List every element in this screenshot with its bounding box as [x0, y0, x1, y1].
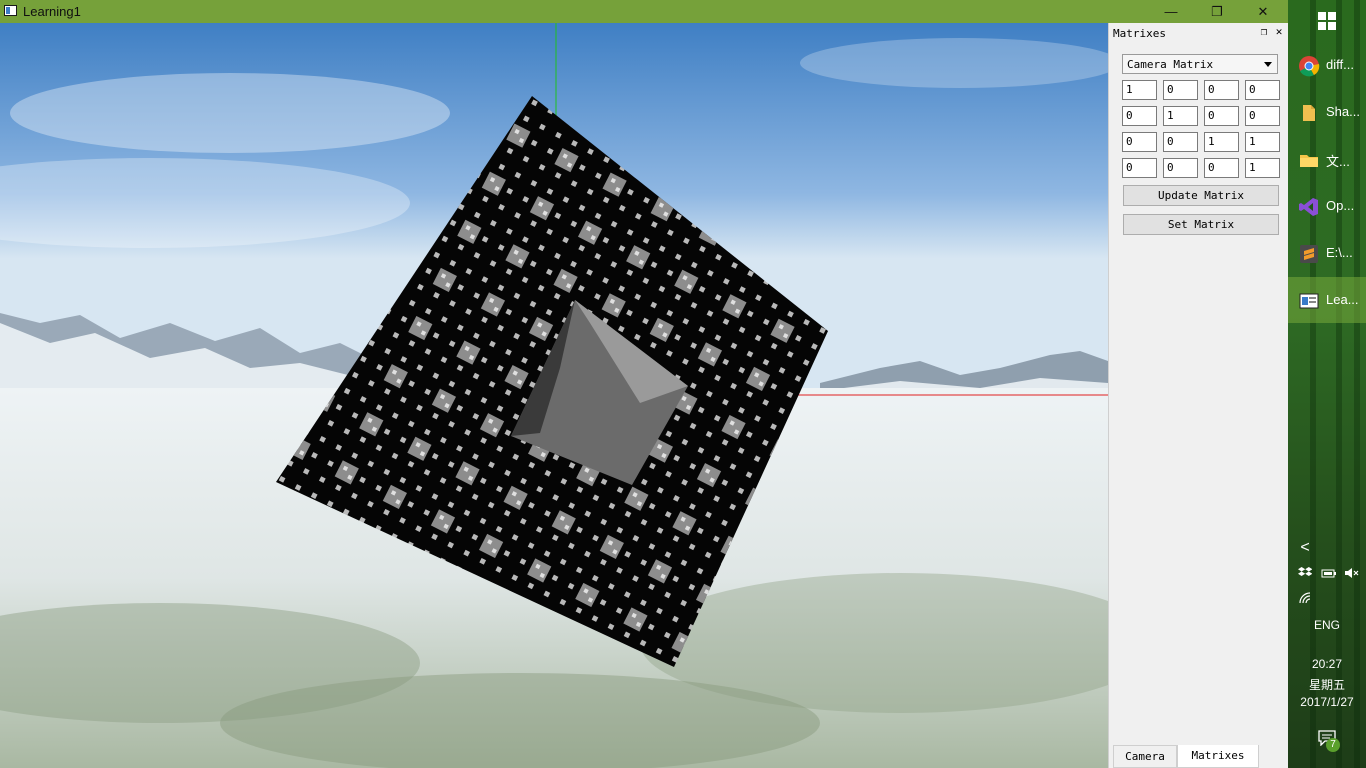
file-icon	[1303, 105, 1315, 121]
visual-studio-icon	[1299, 198, 1318, 216]
sublime-icon	[1300, 245, 1318, 263]
panel-close-button[interactable]: ✕	[1272, 25, 1286, 39]
tab-camera[interactable]: Camera	[1113, 745, 1177, 768]
matrix-cell[interactable]: 1	[1204, 132, 1239, 152]
close-button[interactable]: ✕	[1240, 0, 1286, 23]
matrix-cell[interactable]: 1	[1122, 80, 1157, 100]
taskbar-item-folder[interactable]: 文...	[1288, 136, 1366, 182]
dropbox-icon[interactable]	[1298, 567, 1312, 579]
maximize-button[interactable]: ❐	[1194, 0, 1240, 23]
clock-weekday: 星期五	[1308, 678, 1345, 692]
update-matrix-button[interactable]: Update Matrix	[1123, 185, 1279, 206]
panel-float-button[interactable]: ❐	[1257, 25, 1271, 39]
window-title-bar[interactable]: Learning1 — ❐ ✕	[0, 0, 1288, 23]
matrixes-panel: Matrixes ❐ ✕ Camera Matrix 1 0 0 0 0 1 0…	[1108, 23, 1288, 768]
minimize-button[interactable]: —	[1148, 0, 1194, 23]
panel-title: Matrixes	[1113, 27, 1166, 40]
windows-logo-icon	[1318, 12, 1336, 30]
taskbar-item-file[interactable]: Sha...	[1288, 89, 1366, 135]
clock-date: 2017/1/27	[1300, 695, 1354, 709]
volume-muted-icon[interactable]	[1344, 567, 1360, 579]
matrix-cell[interactable]: 0	[1163, 158, 1198, 178]
app-window-icon	[1299, 293, 1319, 309]
start-button[interactable]	[1288, 0, 1366, 42]
matrix-cell[interactable]: 0	[1163, 132, 1198, 152]
language-indicator[interactable]: ENG	[1288, 618, 1366, 632]
minimize-icon: —	[1164, 4, 1178, 19]
window-title: Learning1	[23, 4, 81, 19]
show-hidden-icons-button[interactable]: <	[1288, 539, 1322, 557]
battery-icon[interactable]	[1321, 567, 1337, 579]
matrix-cell[interactable]: 1	[1245, 158, 1280, 178]
matrix-cell[interactable]: 1	[1245, 132, 1280, 152]
app-window-icon	[4, 5, 17, 16]
matrix-cell[interactable]: 0	[1204, 80, 1239, 100]
wifi-icon[interactable]	[1299, 592, 1313, 604]
taskbar-item-label: Op...	[1326, 198, 1355, 213]
action-center-button[interactable]: 7	[1316, 728, 1344, 754]
taskbar-item-label: diff...	[1326, 57, 1354, 72]
matrix-cell[interactable]: 0	[1122, 132, 1157, 152]
matrix-cell[interactable]: 0	[1245, 80, 1280, 100]
notification-count-badge: 7	[1326, 738, 1340, 752]
float-icon: ❐	[1260, 25, 1268, 38]
restore-icon: ❐	[1211, 3, 1223, 19]
matrix-cell[interactable]: 0	[1122, 158, 1157, 178]
clock-time[interactable]: 20:27	[1288, 657, 1366, 671]
matrix-cell[interactable]: 0	[1204, 158, 1239, 178]
matrix-type-dropdown[interactable]: Camera Matrix	[1122, 54, 1278, 74]
set-matrix-button[interactable]: Set Matrix	[1123, 214, 1279, 235]
folder-icon	[1300, 155, 1318, 167]
taskbar-item-label: E:\...	[1326, 245, 1353, 260]
taskbar: diff... Sha... 文... Op... E:\... Lea...	[1288, 0, 1366, 768]
close-icon: ✕	[1275, 25, 1283, 38]
scene-render	[0, 23, 1108, 768]
dropdown-value: Camera Matrix	[1127, 58, 1214, 71]
taskbar-item-chrome[interactable]: diff...	[1288, 42, 1366, 88]
taskbar-item-learning1[interactable]: Lea...	[1288, 277, 1366, 323]
chevron-down-icon	[1264, 62, 1272, 67]
taskbar-item-label: Lea...	[1326, 292, 1359, 307]
taskbar-item-visual-studio[interactable]: Op...	[1288, 183, 1366, 229]
render-viewport[interactable]	[0, 23, 1108, 768]
matrix-cell[interactable]: 0	[1204, 106, 1239, 126]
matrix-cell[interactable]: 0	[1245, 106, 1280, 126]
taskbar-item-label: 文...	[1326, 154, 1350, 169]
matrix-cell[interactable]: 0	[1163, 80, 1198, 100]
matrix-cell[interactable]: 0	[1122, 106, 1157, 126]
chrome-icon	[1299, 56, 1320, 77]
tab-matrixes[interactable]: Matrixes	[1177, 745, 1259, 768]
taskbar-item-label: Sha...	[1326, 104, 1360, 119]
matrix-cell[interactable]: 1	[1163, 106, 1198, 126]
chevron-left-icon: <	[1300, 539, 1310, 556]
taskbar-item-sublime[interactable]: E:\...	[1288, 230, 1366, 276]
close-icon: ✕	[1257, 3, 1269, 19]
